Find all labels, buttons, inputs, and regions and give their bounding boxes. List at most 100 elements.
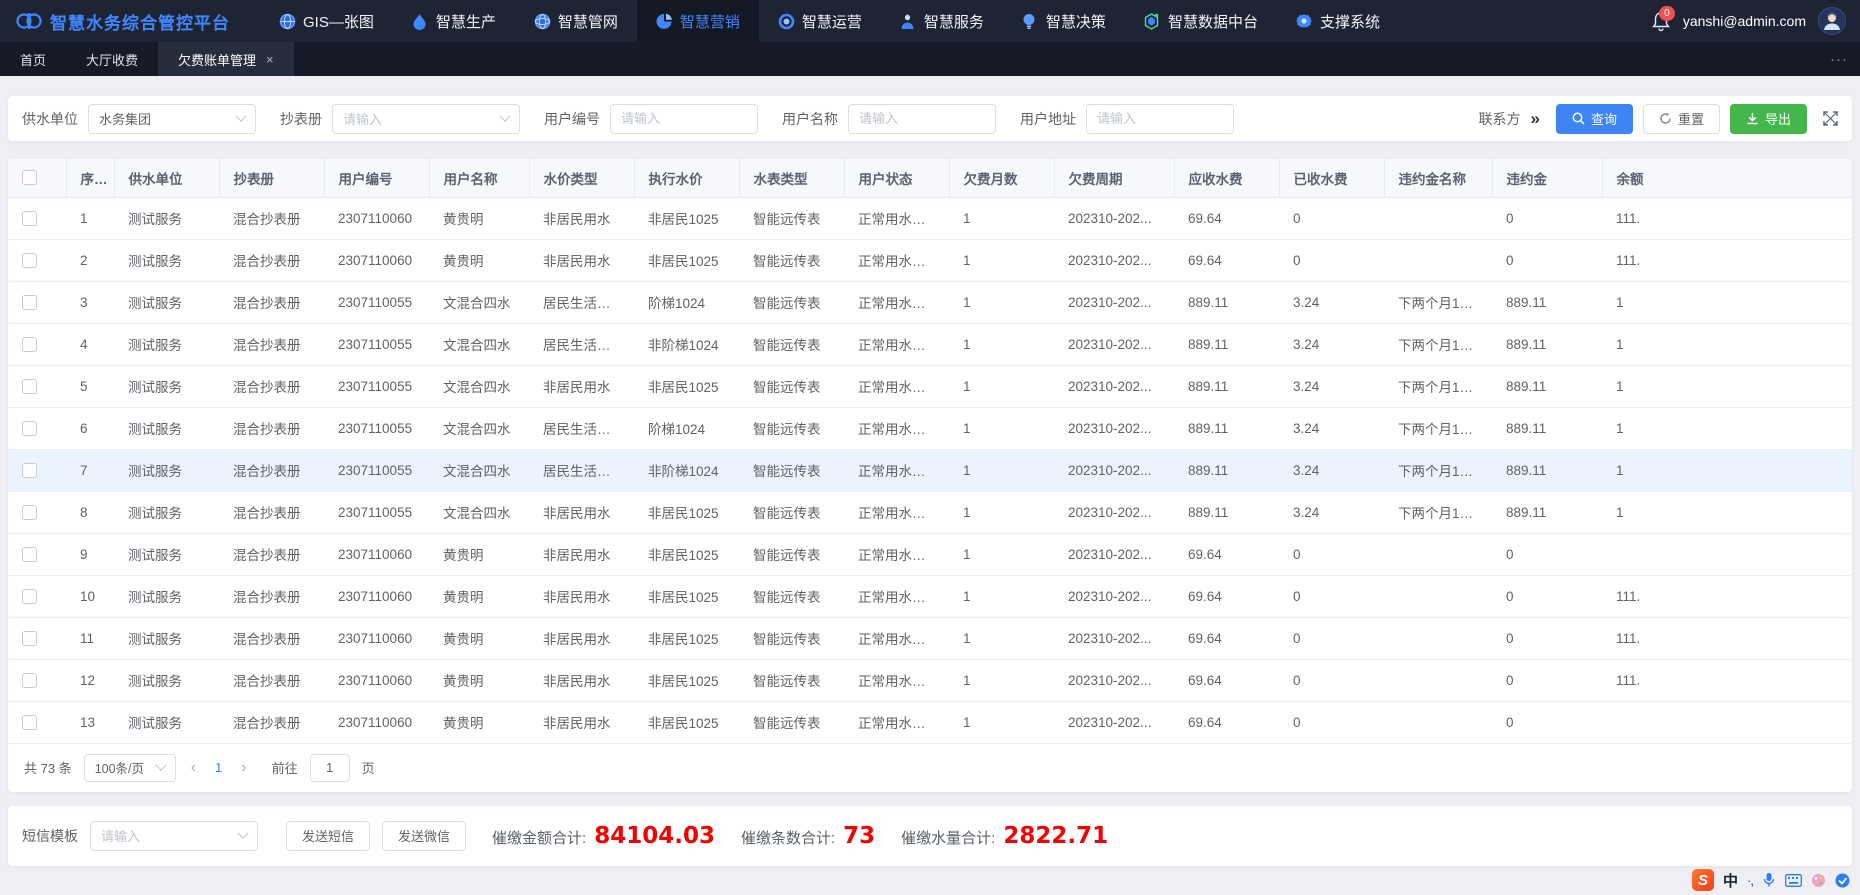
sogou-ime-icon[interactable]: S [1692,869,1714,891]
tab-label: 大厅收费 [86,50,138,69]
total-item: 催缴条数合计:73 [741,823,875,849]
tab-overflow-icon[interactable]: ··· [1830,42,1848,76]
table-cell: 0 [1492,659,1602,701]
supply-unit-value: 水务集团 [99,109,151,128]
close-icon[interactable]: × [266,52,274,67]
table-cell: 1 [949,491,1054,533]
row-checkbox[interactable] [22,211,37,226]
table-cell: 2307110055 [324,323,429,365]
row-checkbox-cell [8,617,66,659]
nav-item-label: 智慧运营 [802,11,862,32]
reset-button[interactable]: 重置 [1643,104,1720,134]
sms-template-select[interactable]: 请输入 [90,821,258,851]
tab-欠费账单管理[interactable]: 欠费账单管理 × [158,42,294,76]
nav-item-支撑系统[interactable]: 支撑系统 [1277,0,1399,42]
user-email[interactable]: yanshi@admin.com [1683,13,1806,29]
row-checkbox[interactable] [22,547,37,562]
row-checkbox-cell [8,239,66,281]
table-cell: 正常用水用户 [844,407,949,449]
prev-page-icon[interactable]: ‹ [188,759,199,777]
user-name-input[interactable] [859,111,985,126]
table-cell: 3.24 [1279,491,1384,533]
nav-item-智慧数据中台[interactable]: 智慧数据中台 [1125,0,1277,42]
row-checkbox[interactable] [22,379,37,394]
nav-item-智慧生产[interactable]: 智慧生产 [393,0,515,42]
table-row: 7测试服务混合抄表册2307110055文混合四水居民生活用水非阶梯1024智能… [8,449,1852,491]
table-cell: 1 [949,659,1054,701]
table-cell: 1 [1602,365,1852,407]
row-checkbox[interactable] [22,421,37,436]
expand-filters-icon[interactable]: » [1530,109,1539,129]
select-all-checkbox[interactable] [22,170,37,185]
table-row: 3测试服务混合抄表册2307110055文混合四水居民生活用水阶梯1024智能远… [8,281,1852,323]
row-checkbox[interactable] [22,715,37,730]
nav-item-label: 智慧数据中台 [1168,11,1258,32]
export-button[interactable]: 导出 [1730,104,1807,134]
table-cell: 0 [1492,197,1602,239]
page-size-select[interactable]: 100条/页 [84,754,176,782]
send-wechat-button[interactable]: 发送微信 [382,821,466,851]
meter-book-select[interactable]: 请输入 [332,104,520,134]
nav-item-智慧决策[interactable]: 智慧决策 [1003,0,1125,42]
user-no-input[interactable] [621,111,747,126]
droplet-icon [412,13,429,30]
next-page-icon[interactable]: › [238,759,249,777]
nav-item-智慧营销[interactable]: 智慧营销 [637,0,759,42]
nav-item-GIS—张图[interactable]: GIS—张图 [260,0,393,42]
goto-page-input[interactable] [310,754,350,782]
keyboard-icon[interactable] [1785,874,1802,887]
table-scroll-area[interactable]: 序号供水单位抄表册用户编号用户名称水价类型执行水价水表类型用户状态欠费月数欠费周… [8,159,1852,744]
row-checkbox[interactable] [22,337,37,352]
row-checkbox[interactable] [22,463,37,478]
table-cell: 智能远传表 [739,239,844,281]
notification-bell-icon[interactable]: 0 [1651,10,1671,32]
table-cell: 1 [949,407,1054,449]
row-checkbox[interactable] [22,505,37,520]
table-row: 4测试服务混合抄表册2307110055文混合四水居民生活用水非阶梯1024智能… [8,323,1852,365]
row-checkbox[interactable] [22,631,37,646]
row-checkbox[interactable] [22,673,37,688]
user-addr-input[interactable] [1097,111,1223,126]
column-header-违约金: 违约金 [1492,159,1602,197]
microphone-icon[interactable] [1762,872,1776,888]
table-cell: 0 [1279,659,1384,701]
row-checkbox[interactable] [22,295,37,310]
supply-unit-select[interactable]: 水务集团 [88,104,256,134]
table-cell: 202310-202... [1054,365,1174,407]
fullscreen-icon[interactable] [1823,111,1838,126]
nav-item-智慧服务[interactable]: 智慧服务 [881,0,1003,42]
table-cell: 12 [66,659,114,701]
table-cell: 1 [949,617,1054,659]
table-cell: 混合抄表册 [219,197,324,239]
ime-punctuation-icon[interactable]: ·, [1747,873,1753,888]
nav-item-智慧运营[interactable]: 智慧运营 [759,0,881,42]
table-cell: 正常用水用户 [844,659,949,701]
tab-大厅收费[interactable]: 大厅收费 [66,42,158,76]
toolbox-icon[interactable] [1835,873,1850,888]
table-row: 1测试服务混合抄表册2307110060黄贵明非居民用水非居民1025智能远传表… [8,197,1852,239]
column-header-应收水费: 应收水费 [1174,159,1279,197]
current-page[interactable]: 1 [211,760,226,775]
table-cell: 测试服务 [114,197,219,239]
table-cell: 非阶梯1024 [634,323,739,365]
ime-mode-indicator[interactable]: 中 [1723,870,1738,891]
table-cell: 69.64 [1174,197,1279,239]
user-avatar[interactable] [1818,7,1846,35]
tab-首页[interactable]: 首页 [0,42,66,76]
table-cell: 1 [66,197,114,239]
tab-label: 欠费账单管理 [178,50,256,69]
send-sms-button[interactable]: 发送短信 [286,821,370,851]
search-button[interactable]: 查询 [1556,104,1633,134]
row-checkbox-cell [8,281,66,323]
row-checkbox[interactable] [22,589,37,604]
table-cell: 11 [66,617,114,659]
table-cell: 非居民1025 [634,197,739,239]
row-checkbox-cell [8,407,66,449]
row-checkbox[interactable] [22,253,37,268]
table-cell: 202310-202... [1054,407,1174,449]
skin-palette-icon[interactable] [1811,873,1826,888]
total-item: 催缴金额合计:84104.03 [492,823,715,849]
nav-item-智慧管网[interactable]: 智慧管网 [515,0,637,42]
table-cell: 非居民1025 [634,659,739,701]
table-cell: 111. [1602,197,1852,239]
